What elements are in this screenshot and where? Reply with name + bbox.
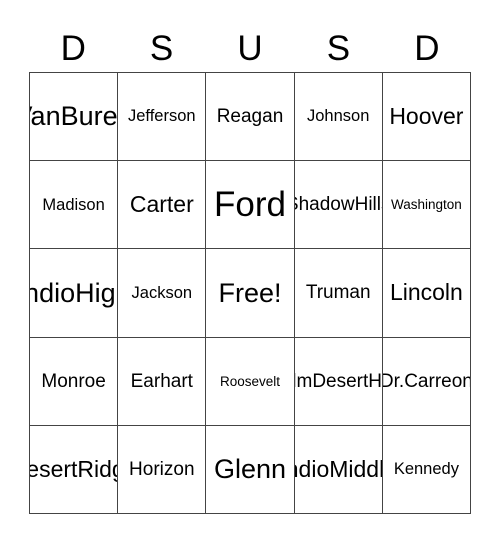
bingo-cell-text: Johnson bbox=[307, 107, 370, 126]
bingo-cell-text: Van bbox=[30, 101, 61, 132]
bingo-cell-text: Glenn bbox=[213, 454, 287, 485]
bingo-header: D S U S D bbox=[29, 26, 471, 72]
bingo-cell-text: High bbox=[368, 370, 383, 392]
bingo-cell-text: Carter bbox=[129, 190, 194, 217]
bingo-cell[interactable]: Hoover bbox=[382, 73, 471, 162]
bingo-cell[interactable]: Ford bbox=[206, 161, 295, 250]
bingo-cell-text: Buren bbox=[60, 101, 118, 132]
bingo-cell-text: Desert bbox=[30, 455, 78, 482]
bingo-cell-text: Hoover bbox=[389, 102, 464, 129]
bingo-cell-text: Truman bbox=[305, 282, 371, 304]
bingo-cell-text: Washington bbox=[390, 197, 462, 213]
bingo-cell[interactable]: VanBuren bbox=[30, 73, 119, 162]
bingo-cell-text: Reagan bbox=[216, 105, 284, 127]
bingo-cell[interactable]: Roosevelt bbox=[206, 337, 295, 426]
bingo-cell[interactable]: Horizon bbox=[118, 425, 207, 514]
bingo-cell[interactable]: Monroe bbox=[30, 337, 119, 426]
bingo-cell-text: Jackson bbox=[131, 283, 193, 302]
bingo-cell[interactable]: Truman bbox=[294, 249, 383, 338]
bingo-cell[interactable]: Carter bbox=[118, 161, 207, 250]
header-letter: S bbox=[326, 29, 351, 68]
bingo-cell-text: Ford bbox=[214, 185, 286, 225]
bingo-cell-text: Dr. bbox=[383, 370, 405, 392]
bingo-cell-text: Madison bbox=[42, 195, 105, 214]
bingo-cell-text: Free! bbox=[218, 277, 282, 308]
bingo-cell[interactable]: Washington bbox=[382, 161, 471, 250]
bingo-cell[interactable]: PalmDesertHigh bbox=[294, 337, 383, 426]
bingo-cell-text: Shadow bbox=[295, 194, 355, 216]
bingo-cell[interactable]: Johnson bbox=[294, 73, 383, 162]
bingo-cell-text: Horizon bbox=[129, 458, 195, 480]
bingo-cell-text: Indio bbox=[295, 455, 330, 482]
bingo-cell[interactable]: ShadowHills bbox=[294, 161, 383, 250]
bingo-cell-text: Lincoln bbox=[389, 279, 463, 306]
bingo-cell[interactable]: Kennedy bbox=[382, 425, 471, 514]
bingo-cell[interactable]: Reagan bbox=[206, 73, 295, 162]
bingo-cell[interactable]: Lincoln bbox=[382, 249, 471, 338]
bingo-cell-text: Indio bbox=[30, 277, 76, 308]
bingo-cell-text: Desert bbox=[312, 370, 369, 392]
bingo-cell-text: High bbox=[75, 277, 117, 308]
bingo-cell[interactable]: Jefferson bbox=[118, 73, 207, 162]
bingo-cell[interactable]: IndioHigh bbox=[30, 249, 119, 338]
bingo-cell[interactable]: DesertRidge bbox=[30, 425, 119, 514]
header-letter: S bbox=[149, 29, 174, 68]
header-letter: D bbox=[414, 29, 440, 68]
bingo-cell[interactable]: Madison bbox=[30, 161, 119, 250]
bingo-cell-text: Earhart bbox=[130, 370, 193, 392]
bingo-cell-free[interactable]: Free! bbox=[206, 249, 295, 338]
bingo-cell-text: Roosevelt bbox=[219, 373, 281, 389]
bingo-card-grid: VanBuren Jefferson Reagan Johnson Hoover Madi… bbox=[29, 72, 471, 514]
bingo-cell[interactable]: Jackson bbox=[118, 249, 207, 338]
bingo-cell[interactable]: Earhart bbox=[118, 337, 207, 426]
bingo-cell-text: Ridge bbox=[77, 455, 117, 482]
header-letter: D bbox=[60, 29, 86, 68]
bingo-cell[interactable]: Glenn bbox=[206, 425, 295, 514]
bingo-cell-text: Monroe bbox=[41, 370, 106, 392]
bingo-cell[interactable]: Dr.Carreon bbox=[382, 337, 471, 426]
bingo-cell[interactable]: IndioMiddle bbox=[294, 425, 383, 514]
bingo-cell-text: Palm bbox=[295, 370, 313, 392]
bingo-cell-text: Middle bbox=[329, 455, 382, 482]
bingo-cell-text: Hills bbox=[354, 194, 382, 216]
bingo-cell-text: Jefferson bbox=[128, 107, 196, 126]
header-letter: U bbox=[237, 29, 263, 68]
bingo-cell-text: Carreon bbox=[404, 370, 471, 392]
bingo-cell-text: Kennedy bbox=[393, 460, 459, 479]
